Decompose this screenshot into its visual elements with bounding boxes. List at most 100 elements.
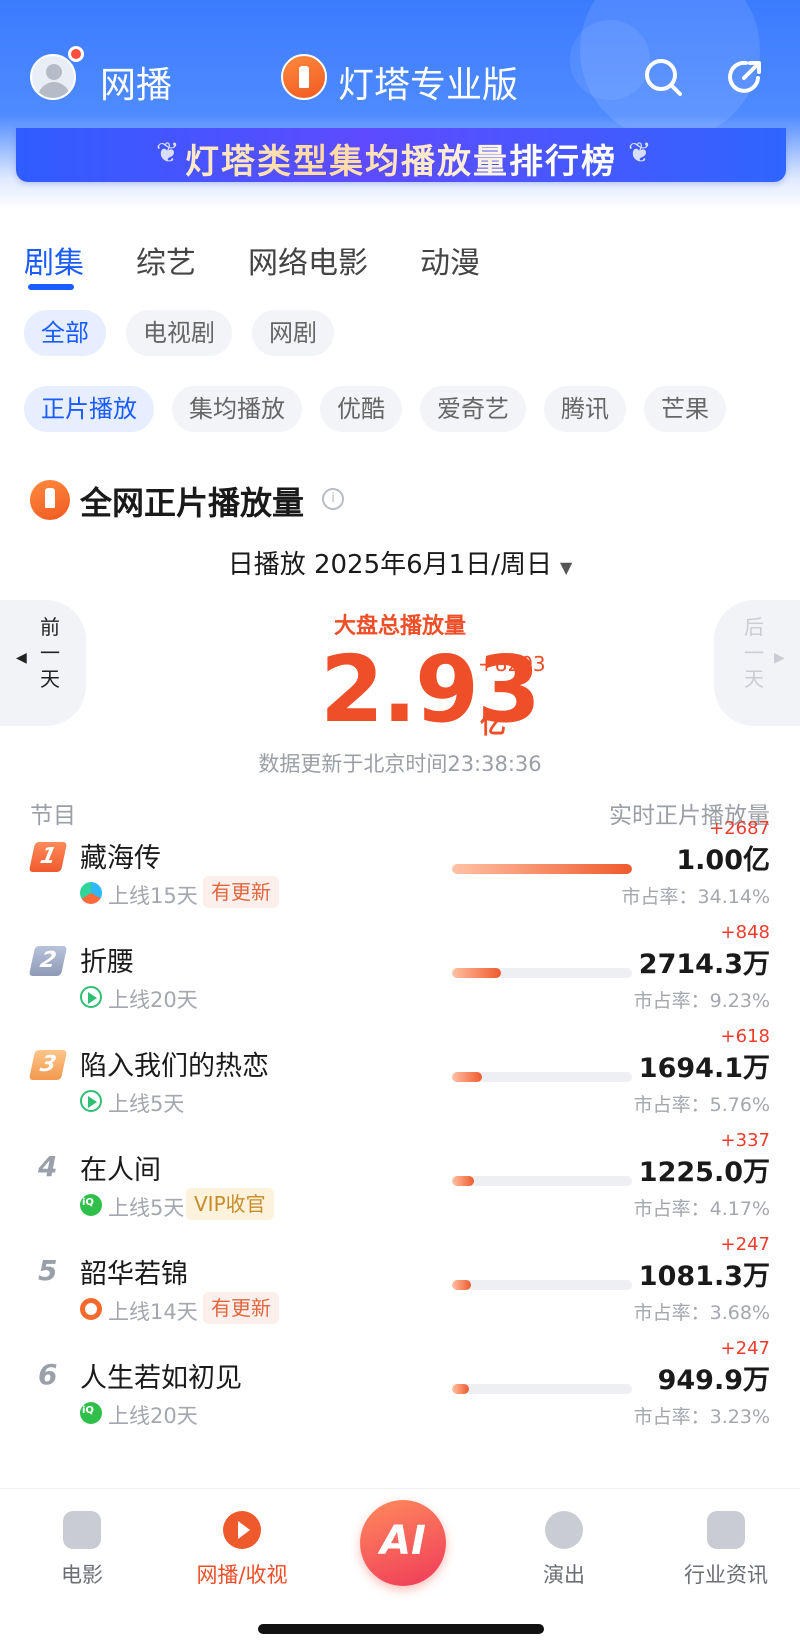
play-value: 1.00亿 (676, 845, 770, 876)
category-tabs: 剧集 综艺 网络电影 动漫 (24, 238, 532, 290)
nav-streaming[interactable]: 网播/收视 (172, 1511, 312, 1589)
rank-badge: 1 (28, 842, 68, 872)
share-bar (452, 1072, 632, 1082)
share-bar (452, 1176, 632, 1186)
play-delta: +848 (720, 922, 770, 943)
filter-mango[interactable]: 芒果 (644, 386, 726, 432)
nav-streaming-label: 网播/收视 (196, 1563, 288, 1587)
filter-avg-plays[interactable]: 集均播放 (172, 386, 302, 432)
tab-variety[interactable]: 综艺 (136, 238, 196, 282)
nav-news[interactable]: 行业资讯 (656, 1511, 796, 1589)
share-icon[interactable] (724, 56, 766, 98)
rank-badge: 3 (28, 1050, 68, 1080)
rank-number: 6 (38, 1358, 58, 1391)
tencent-platform-icon (80, 1090, 102, 1112)
table-row[interactable]: 1 藏海传 上线15天 有更新 +2687 1.00亿 市占率：34.14% (0, 818, 800, 928)
play-value: 2714.3万 (638, 949, 770, 980)
share-bar (452, 1280, 632, 1290)
online-days: 上线14天 (108, 1300, 198, 1324)
type-filter: 全部 电视剧 网剧 (24, 310, 354, 356)
filter-web-series[interactable]: 网剧 (252, 310, 334, 356)
info-icon[interactable]: i (322, 488, 344, 510)
table-row[interactable]: 3 陷入我们的热恋 上线5天 +618 1694.1万 市占率：5.76% (0, 1026, 800, 1136)
table-row[interactable]: 6 人生若如初见 上线20天 +247 949.9万 市占率：3.23% (0, 1338, 800, 1448)
rank-number: 5 (38, 1254, 58, 1287)
caret-down-icon: ▼ (559, 558, 573, 577)
iqiyi-platform-icon (80, 1402, 102, 1424)
chevron-right-icon: ▶ (774, 650, 785, 666)
header-decoration (570, 20, 650, 100)
microphone-icon (545, 1511, 583, 1549)
film-icon (63, 1511, 101, 1549)
play-delta: +618 (720, 1026, 770, 1047)
brand-title: 灯塔专业版 (338, 65, 519, 106)
market-share: 市占率：9.23% (633, 990, 770, 1012)
play-delta: +337 (720, 1130, 770, 1151)
update-time: 数据更新于北京时间23:38:36 (258, 752, 542, 776)
app-title: 网播 (100, 65, 173, 106)
lighthouse-logo-icon (281, 54, 327, 100)
play-value: 949.9万 (657, 1365, 770, 1396)
tencent-platform-icon (80, 986, 102, 1008)
iqiyi-platform-icon (80, 1194, 102, 1216)
share-bar-fill (452, 1280, 472, 1290)
rank-badge: 2 (28, 946, 68, 976)
status-badge: 有更新 (203, 876, 279, 908)
nav-news-label: 行业资讯 (684, 1563, 768, 1587)
chevron-left-icon: ◀ (16, 650, 27, 666)
online-days: 上线15天 (108, 884, 198, 908)
date-selector[interactable]: 日播放 2025年6月1日/周日 ▼ (0, 544, 800, 581)
filter-feature-plays[interactable]: 正片播放 (24, 386, 154, 432)
online-days: 上线5天 (108, 1196, 185, 1220)
laurel-right-icon: ❦ (628, 136, 652, 169)
program-name[interactable]: 陷入我们的热恋 (80, 1044, 269, 1083)
metric-filter: 正片播放 集均播放 优酷 爱奇艺 腾讯 芒果 (24, 386, 744, 432)
program-name[interactable]: 折腰 (80, 940, 134, 979)
program-name[interactable]: 藏海传 (80, 836, 161, 875)
filter-all[interactable]: 全部 (24, 310, 106, 356)
program-name[interactable]: 韶华若锦 (80, 1252, 188, 1291)
play-icon (223, 1511, 261, 1549)
filter-tv-series[interactable]: 电视剧 (126, 310, 232, 356)
status-badge: VIP收官 (186, 1188, 274, 1220)
lighthouse-logo-icon (30, 480, 70, 520)
search-icon[interactable] (642, 56, 684, 98)
banner-text: 灯塔类型集均播放量排行榜 (16, 134, 786, 182)
share-bar (452, 1384, 632, 1394)
avatar[interactable] (30, 54, 76, 100)
ai-icon[interactable] (360, 1500, 446, 1586)
filter-youku[interactable]: 优酷 (320, 386, 402, 432)
market-share: 市占率：34.14% (621, 886, 770, 908)
tab-series[interactable]: 剧集 (24, 238, 84, 290)
share-bar-fill (452, 1176, 474, 1186)
share-bar (452, 968, 632, 978)
play-delta: +2687 (709, 818, 770, 839)
share-bar (452, 864, 632, 874)
total-unit: 亿 (480, 710, 507, 740)
tab-anime[interactable]: 动漫 (420, 238, 480, 282)
ranking-banner[interactable]: ❦ 灯塔类型集均播放量排行榜 ❦ (16, 128, 786, 182)
play-delta: +247 (720, 1234, 770, 1255)
play-value: 1081.3万 (638, 1261, 770, 1292)
table-row[interactable]: 5 韶华若锦 上线14天 有更新 +247 1081.3万 市占率：3.68% (0, 1234, 800, 1344)
nav-movie[interactable]: 电影 (12, 1511, 152, 1589)
program-name[interactable]: 在人间 (80, 1148, 161, 1187)
table-row[interactable]: 2 折腰 上线20天 +848 2714.3万 市占率：9.23% (0, 922, 800, 1032)
play-delta: +247 (720, 1338, 770, 1359)
status-badge: 有更新 (203, 1292, 279, 1324)
program-name[interactable]: 人生若如初见 (80, 1356, 242, 1395)
play-value: 1694.1万 (638, 1053, 770, 1084)
filter-iqiyi[interactable]: 爱奇艺 (420, 386, 526, 432)
share-bar-fill (452, 1384, 470, 1394)
rank-number: 4 (38, 1150, 58, 1183)
news-icon (707, 1511, 745, 1549)
tab-web-movie[interactable]: 网络电影 (248, 238, 368, 282)
play-value: 1225.0万 (638, 1157, 770, 1188)
market-share: 市占率：3.23% (633, 1406, 770, 1428)
online-days: 上线5天 (108, 1092, 185, 1116)
market-share: 市占率：5.76% (633, 1094, 770, 1116)
nav-performance[interactable]: 演出 (494, 1511, 634, 1589)
table-row[interactable]: 4 在人间 上线5天 VIP收官 +337 1225.0万 市占率：4.17% (0, 1130, 800, 1240)
filter-tencent[interactable]: 腾讯 (544, 386, 626, 432)
share-bar-fill (452, 968, 501, 978)
